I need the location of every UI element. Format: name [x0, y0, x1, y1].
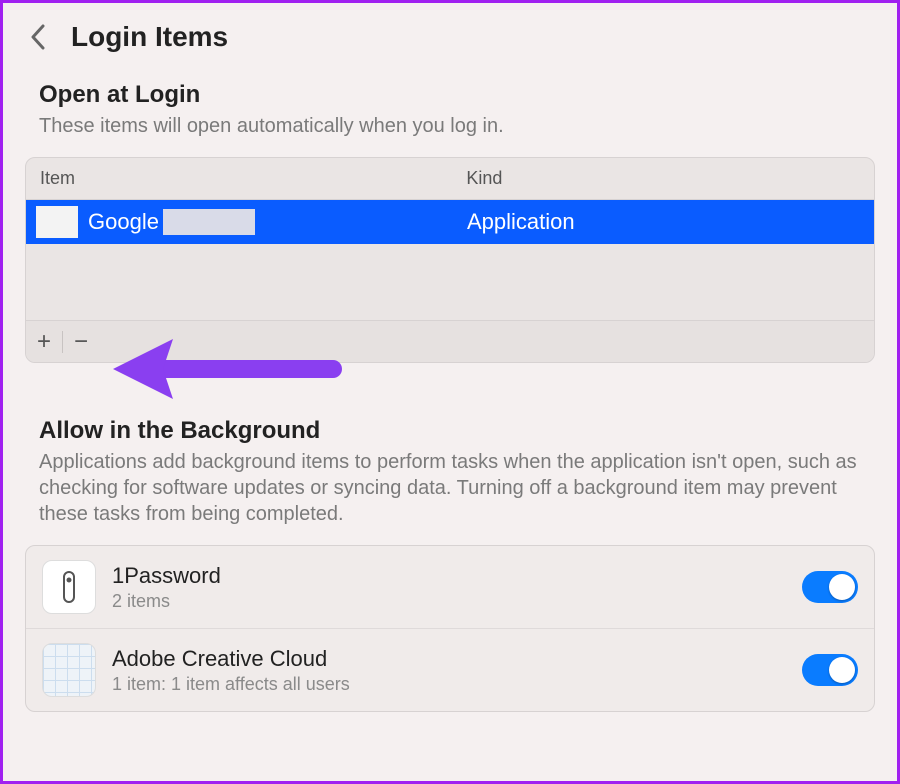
open-at-login-heading: Open at Login [39, 81, 861, 109]
row-item-kind: Application [467, 209, 874, 235]
list-item: 1Password 2 items [26, 546, 874, 629]
background-items-list: 1Password 2 items Adobe Creative Cloud 1… [25, 545, 875, 712]
list-item: Adobe Creative Cloud 1 item: 1 item affe… [26, 629, 874, 711]
allow-background-heading: Allow in the Background [39, 417, 861, 445]
adobe-cc-icon [42, 643, 96, 697]
redacted-text [163, 209, 255, 235]
table-row[interactable]: Google Application [26, 200, 874, 244]
bg-item-name: 1Password [112, 563, 786, 589]
remove-button[interactable]: − [63, 321, 99, 363]
bg-item-sub: 2 items [112, 591, 786, 612]
page-title: Login Items [71, 21, 228, 53]
add-button[interactable]: + [26, 321, 62, 363]
table-footer: + − [26, 320, 874, 362]
login-items-table: Item Kind Google Application + − [25, 157, 875, 363]
bg-item-sub: 1 item: 1 item affects all users [112, 674, 786, 695]
onepassword-icon [42, 560, 96, 614]
row-item-name: Google [88, 209, 467, 235]
back-button[interactable] [23, 22, 53, 52]
app-icon [36, 206, 78, 238]
table-header: Item Kind [26, 158, 874, 200]
col-header-item[interactable]: Item [40, 168, 466, 189]
allow-background-desc: Applications add background items to per… [39, 449, 861, 527]
bg-item-name: Adobe Creative Cloud [112, 646, 786, 672]
toggle-switch[interactable] [802, 571, 858, 603]
col-header-kind[interactable]: Kind [466, 168, 860, 189]
toggle-switch[interactable] [802, 654, 858, 686]
open-at-login-desc: These items will open automatically when… [39, 113, 861, 139]
